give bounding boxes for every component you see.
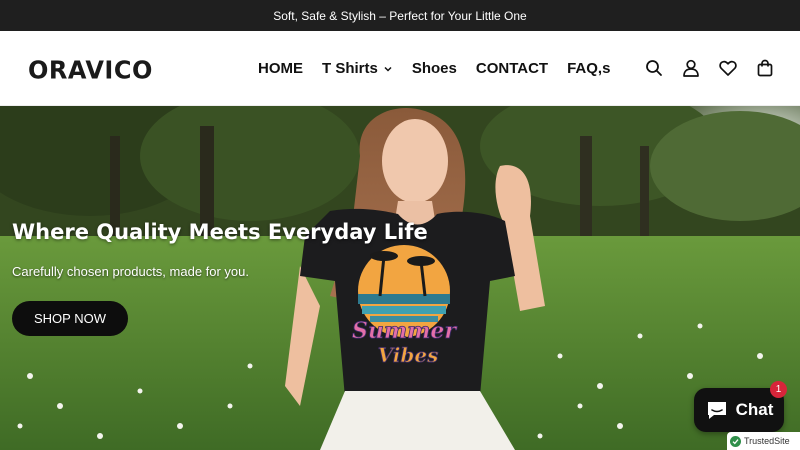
- hero-banner: Summer Vibes Where Quality Meets Everyda…: [0, 106, 800, 450]
- nav-item-home[interactable]: HOME: [258, 60, 303, 77]
- header-icons: [645, 59, 774, 77]
- main-nav: HOME T Shirts Shoes CONTACT FAQ,s: [258, 60, 610, 77]
- account-icon[interactable]: [682, 59, 700, 77]
- nav-item-contact[interactable]: CONTACT: [476, 60, 548, 77]
- search-icon[interactable]: [645, 59, 663, 77]
- chat-label: Chat: [735, 400, 774, 419]
- shop-now-button[interactable]: SHOP NOW: [12, 301, 128, 336]
- check-icon: [730, 435, 741, 447]
- nav-label: Shoes: [411, 60, 457, 77]
- hero-subtitle: Carefully chosen products, made for you.: [12, 264, 250, 279]
- nav-item-shoes[interactable]: Shoes: [412, 60, 457, 77]
- logo[interactable]: ORAVICO: [28, 55, 153, 84]
- trusted-site-label: TrustedSite: [744, 436, 790, 446]
- chat-button[interactable]: Chat: [694, 388, 784, 432]
- nav-label: FAQ,s: [567, 60, 611, 77]
- chat-notification-badge: 1: [770, 381, 787, 398]
- nav-item-faqs[interactable]: FAQ,s: [567, 60, 610, 77]
- cart-bag-icon[interactable]: [756, 59, 774, 77]
- trusted-site-badge[interactable]: TrustedSite: [727, 432, 800, 450]
- hero-title: Where Quality Meets Everyday Life: [12, 220, 428, 244]
- chevron-down-icon: [384, 66, 392, 72]
- site-header: ORAVICO HOME T Shirts Shoes CONTACT FAQ,…: [0, 31, 800, 106]
- wishlist-heart-icon[interactable]: [719, 59, 737, 77]
- announcement-text: Soft, Safe & Stylish – Perfect for Your …: [273, 8, 527, 23]
- nav-label: CONTACT: [475, 60, 549, 77]
- nav-label: T Shirts: [322, 60, 378, 77]
- nav-item-t-shirts[interactable]: T Shirts: [322, 60, 393, 77]
- shirt-print-bottom: Vibes: [378, 343, 439, 367]
- announcement-bar: Soft, Safe & Stylish – Perfect for Your …: [0, 0, 800, 31]
- chat-bubble-icon: [707, 402, 726, 419]
- nav-label: HOME: [258, 60, 303, 77]
- shirt-print-top: Summer: [352, 318, 457, 344]
